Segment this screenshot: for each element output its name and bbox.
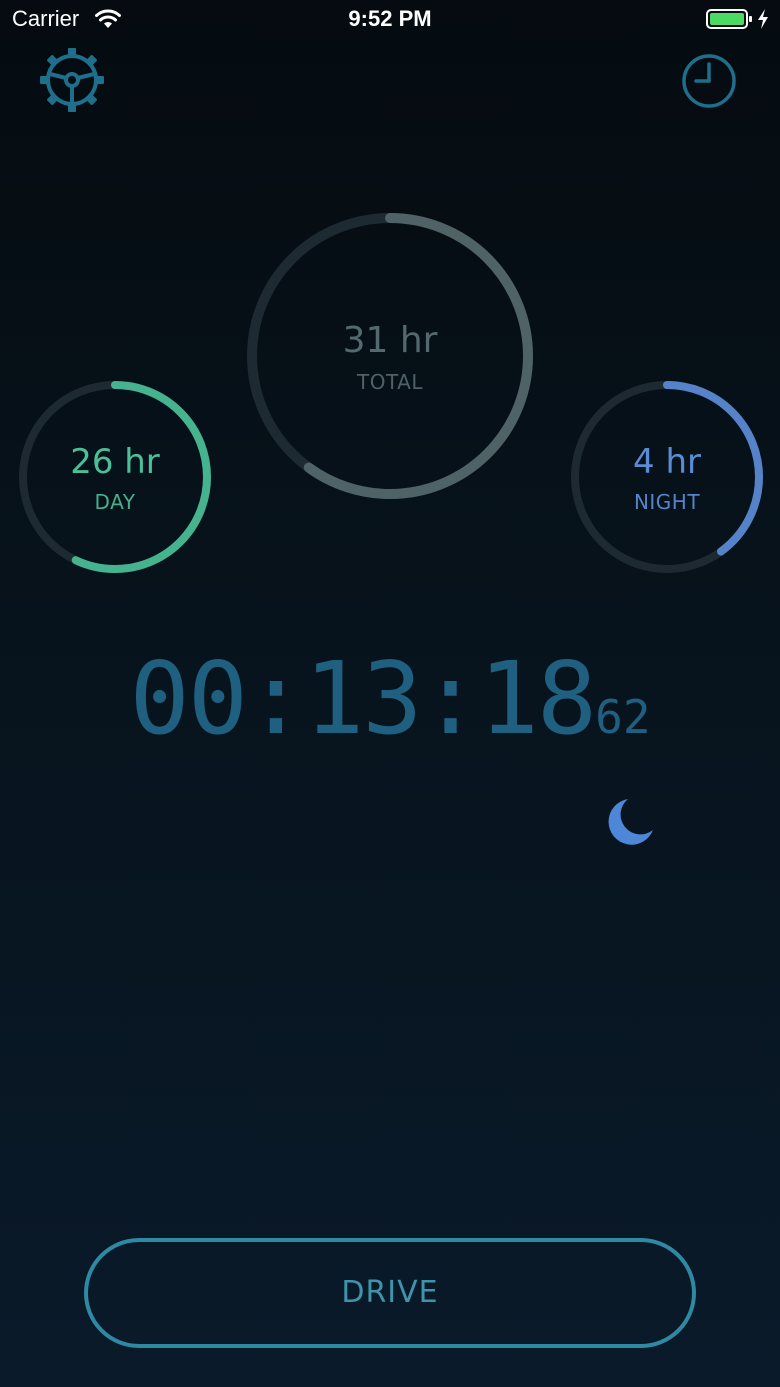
battery-icon: [706, 8, 754, 30]
timer-main: 00:13:18: [129, 640, 597, 757]
night-label: NIGHT: [633, 490, 701, 514]
total-hours-value: 31 hr: [342, 320, 438, 361]
day-label: DAY: [94, 490, 136, 514]
timer-hundredths: 62: [595, 690, 651, 744]
moon-icon: [604, 799, 656, 852]
charging-bolt-icon: [756, 8, 770, 30]
night-mode-toggle[interactable]: [604, 796, 656, 848]
steering-wheel-gear-icon: [38, 48, 106, 118]
drive-timer: 00:13:1862: [0, 640, 780, 760]
day-ring: 26 hr DAY: [18, 380, 212, 574]
day-hours-value: 26 hr: [70, 442, 160, 482]
status-time: 9:52 PM: [348, 6, 432, 31]
status-bar: Carrier 9:52 PM: [0, 0, 780, 40]
clock-icon: [680, 54, 738, 114]
settings-button[interactable]: [38, 46, 106, 114]
total-label: TOTAL: [357, 370, 423, 394]
night-ring: 4 hr NIGHT: [570, 380, 764, 574]
night-hours-value: 4 hr: [633, 442, 701, 482]
history-button[interactable]: [680, 52, 738, 110]
drive-button[interactable]: DRIVE: [84, 1238, 696, 1348]
total-ring: 31 hr TOTAL: [246, 212, 534, 500]
